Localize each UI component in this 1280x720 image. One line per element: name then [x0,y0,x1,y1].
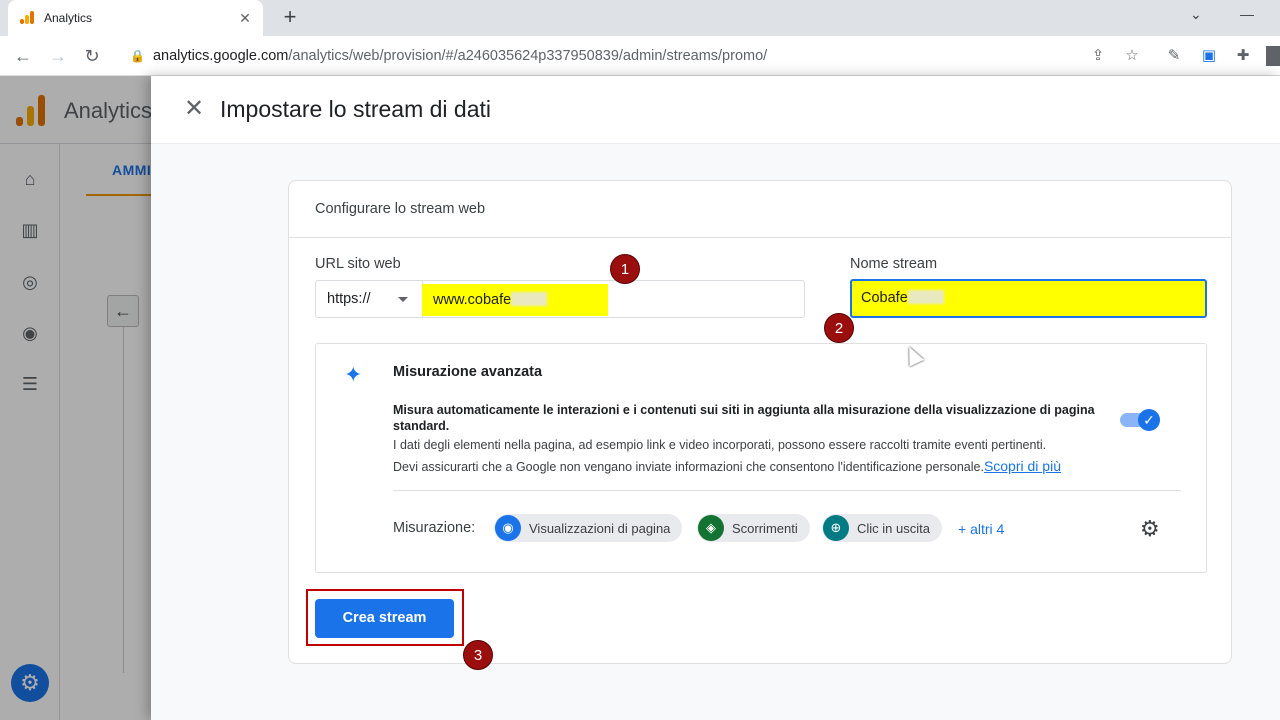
chip-page-views: ◉ Visualizzazioni di pagina [494,514,683,542]
chip-scrolls: ◈ Scorrimenti [697,514,810,542]
divider [289,237,1231,238]
enhanced-measurement-section: ✦ Misurazione avanzata Misura automatica… [315,343,1207,573]
measurement-label: Misurazione: [393,520,476,536]
tab-search-icon[interactable]: ⌄ [1190,6,1202,23]
more-measurements-link[interactable]: + altri 4 [958,521,1004,537]
extension-icon[interactable]: ✎ [1164,46,1184,66]
description-bold: Misura automaticamente le interazioni e … [393,403,1095,433]
chevron-down-icon [398,297,408,302]
translate-extension-icon[interactable]: ▣ [1199,46,1219,66]
card-title: Configurare lo stream web [315,201,486,217]
enhanced-measurement-toggle[interactable]: ✓ [1120,408,1160,432]
website-url-input[interactable]: www.cobafe [422,284,608,316]
protocol-select[interactable]: https:// [316,281,423,317]
tab-title: Analytics [44,11,93,25]
panel-header: ✕ Impostare lo stream di dati [151,76,1280,144]
url-label: URL sito web [315,256,401,272]
analytics-favicon-icon [18,10,34,26]
annotation-badge-2: 2 [824,313,854,343]
lock-icon: 🔒 [130,49,145,63]
puzzle-icon[interactable]: ✚ [1233,46,1253,66]
browser-toolbar: ← → ↻ 🔒 analytics.google.com/analytics/w… [0,36,1280,76]
click-icon: ⊕ [823,515,849,541]
close-icon[interactable]: ✕ [181,96,207,122]
browser-tab[interactable]: Analytics ✕ [8,0,263,36]
forward-icon[interactable]: → [46,44,70,68]
stream-name-label: Nome stream [850,256,938,272]
back-icon[interactable]: ← [11,44,35,68]
create-stream-button[interactable]: Crea stream [315,599,454,638]
new-tab-button[interactable]: + [278,6,302,30]
profile-icon[interactable] [1266,46,1280,66]
modal-scrim [0,76,151,720]
annotation-badge-3: 3 [463,640,493,670]
sparkle-icon: ✦ [344,362,363,387]
learn-more-link[interactable]: Scopri di più [984,458,1061,474]
stream-setup-panel: ✕ Impostare lo stream di dati Configurar… [151,76,1280,720]
divider [393,490,1181,491]
gear-icon[interactable]: ⚙ [1140,516,1160,542]
scroll-icon: ◈ [698,515,724,541]
description-1: I dati degli elementi nella pagina, ad e… [393,438,1047,452]
tab-close-icon[interactable]: ✕ [237,10,253,27]
description-2: Devi assicurarti che a Google non vengan… [393,458,1061,474]
check-icon: ✓ [1138,409,1160,431]
redacted-text [907,290,944,304]
annotation-badge-1: 1 [610,254,640,284]
address-bar[interactable]: 🔒 analytics.google.com/analytics/web/pro… [122,42,1152,70]
minimize-icon[interactable]: — [1240,6,1254,22]
redacted-text [511,292,548,306]
page-title: Impostare lo stream di dati [220,96,492,122]
bookmark-star-icon[interactable]: ☆ [1122,46,1142,66]
browser-tab-bar: Analytics ✕ + ⌄ — [0,0,1280,36]
stream-name-input[interactable]: Cobafe [850,279,1207,318]
chip-outbound-clicks: ⊕ Clic in uscita [822,514,942,542]
url-text: analytics.google.com/analytics/web/provi… [152,48,768,64]
share-icon[interactable]: ⇪ [1088,46,1108,66]
reload-icon[interactable]: ↻ [80,44,104,68]
section-title: Misurazione avanzata [393,364,543,380]
eye-icon: ◉ [495,515,521,541]
